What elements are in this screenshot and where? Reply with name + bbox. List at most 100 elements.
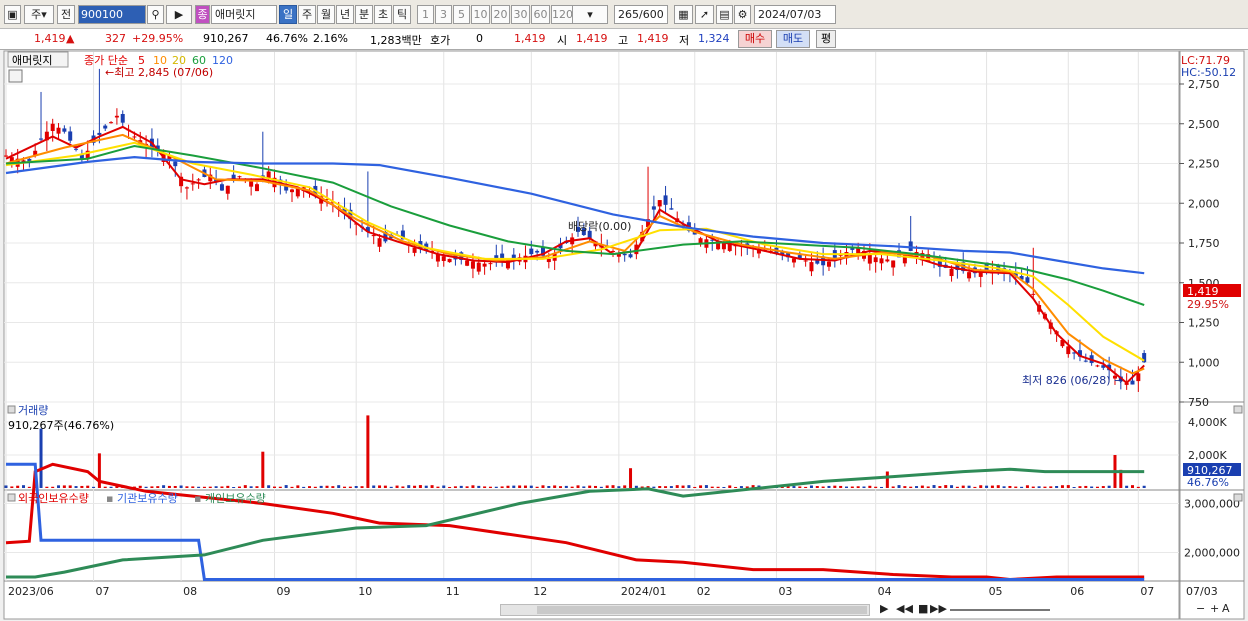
buy-button[interactable]: 매수 — [738, 30, 772, 48]
draw-icon[interactable]: ➚ — [695, 5, 714, 24]
interval-30[interactable]: 30 — [511, 5, 530, 24]
volume-bar — [80, 485, 84, 488]
holding-panel-icon[interactable] — [7, 493, 16, 502]
volume-bar — [629, 468, 633, 488]
interval-1[interactable]: 1 — [417, 5, 434, 24]
interval-dropdown[interactable]: ▾ — [572, 5, 608, 24]
volume-bar — [51, 486, 55, 488]
search-icon[interactable]: ⚲ — [147, 5, 164, 24]
x-tick-label: 2023/06 — [8, 585, 54, 598]
table-icon[interactable] — [8, 69, 23, 83]
layout-icon[interactable]: ▣ — [4, 5, 21, 24]
prev-button[interactable]: 전 — [57, 5, 75, 24]
period-tab-0[interactable]: 일 — [279, 5, 297, 24]
period-select-label: 주 — [31, 8, 42, 21]
y-tick-label: 2,500 — [1188, 118, 1220, 131]
interval-60[interactable]: 60 — [531, 5, 550, 24]
volume-bar — [891, 486, 895, 488]
gear-icon[interactable]: ⚙ — [734, 5, 751, 24]
zoom-in-icon[interactable]: + — [1210, 602, 1219, 615]
avg-button[interactable]: 평 — [816, 30, 836, 48]
interval-120[interactable]: 120 — [551, 5, 573, 24]
volume-bar — [920, 485, 924, 488]
volume-bar — [558, 486, 562, 488]
volume-bar — [494, 486, 498, 488]
chart-canvas[interactable]: 2023/06 07 08 09 10 11 12 2024/01 02 03 04 05 06 07 07… — [0, 50, 1248, 621]
holding-label-inst: 기관보유수량 — [117, 492, 178, 505]
y-tick-label: 2,000 — [1188, 197, 1220, 210]
date-input[interactable]: 2024/07/03 — [754, 5, 836, 24]
interval-5[interactable]: 5 — [453, 5, 470, 24]
period-tab-4[interactable]: 분 — [355, 5, 373, 24]
stock-name[interactable]: 애머릿지 — [211, 5, 277, 24]
volume-bar — [652, 486, 656, 488]
volume-bar — [634, 485, 638, 488]
change-value: 327 — [105, 32, 126, 45]
volume-bar — [442, 485, 446, 488]
code-input[interactable]: 900100 — [78, 5, 146, 24]
period-tab-6[interactable]: 틱 — [393, 5, 411, 24]
y-tick-label: 2,250 — [1188, 158, 1220, 171]
period-select[interactable]: 주▾ — [24, 5, 54, 24]
interval-3[interactable]: 3 — [435, 5, 452, 24]
candle-body — [657, 200, 662, 207]
volume-panel-close-icon[interactable] — [1233, 405, 1243, 414]
font-size-icon[interactable]: A — [1222, 602, 1230, 615]
candle-body — [488, 263, 493, 265]
rewind-icon[interactable]: ◀◀ — [896, 602, 913, 615]
volume-bar — [1020, 486, 1024, 488]
save-icon[interactable]: ▤ — [716, 5, 733, 24]
horizontal-scrollbar[interactable] — [500, 604, 870, 616]
volume-bar — [366, 415, 370, 488]
period-tab-3[interactable]: 년 — [336, 5, 354, 24]
period-tab-1[interactable]: 주 — [298, 5, 316, 24]
speaker-icon[interactable]: ▶ — [166, 5, 192, 24]
candle-body — [628, 254, 633, 258]
volume-bar — [1072, 486, 1076, 488]
volume-bar — [197, 486, 201, 488]
volume-bar — [1142, 485, 1146, 488]
play-icon[interactable]: ▶ — [880, 602, 888, 615]
volume-bar — [354, 486, 358, 488]
x-tick-label: 11 — [446, 585, 460, 598]
interval-20[interactable]: 20 — [491, 5, 510, 24]
forward-icon[interactable]: ▶▶ — [930, 602, 947, 615]
volume-bar — [220, 486, 224, 488]
high-note: ←최고 2,845 (07/06) — [105, 66, 213, 79]
volume-bar — [1078, 486, 1082, 488]
candle-body — [56, 127, 61, 134]
y-tick-label: 1,750 — [1188, 237, 1220, 250]
period-tab-2[interactable]: 월 — [317, 5, 335, 24]
hoga-value: 0 — [476, 32, 483, 45]
price-title: 애머릿지 — [12, 54, 52, 67]
volume-bar — [179, 485, 183, 488]
holding-panel-close-icon[interactable] — [1233, 493, 1243, 502]
high-note-text: 최고 2,845 (07/06) — [114, 66, 213, 79]
volume-bar — [1130, 485, 1134, 488]
candle-icon[interactable]: ▦ — [674, 5, 693, 24]
volume-bar — [523, 485, 527, 488]
stop-icon[interactable]: ■ — [918, 602, 928, 615]
zoom-slider[interactable] — [950, 609, 1050, 611]
volume-bar — [506, 485, 510, 488]
volume-bar — [874, 486, 878, 488]
sell-button[interactable]: 매도 — [776, 30, 810, 48]
volume-bar — [839, 485, 843, 488]
volume-panel-icon[interactable] — [7, 405, 16, 414]
period-tab-5[interactable]: 초 — [374, 5, 392, 24]
x-tick-label: 07/03 — [1186, 585, 1218, 598]
volume-bar — [477, 485, 481, 488]
volume-bar — [862, 486, 866, 488]
volume-bar — [915, 486, 919, 488]
zoom-out-icon[interactable]: − — [1196, 602, 1205, 615]
count-display[interactable]: 265/600 — [614, 5, 668, 24]
candle-body — [967, 272, 972, 279]
volume-bar — [833, 485, 837, 488]
candle-body — [184, 187, 189, 189]
scrollbar-thumb[interactable] — [537, 606, 867, 614]
volume-bar — [582, 486, 586, 488]
volume-bar — [693, 486, 697, 488]
volume-bar — [22, 485, 26, 488]
interval-10[interactable]: 10 — [471, 5, 490, 24]
volume-bar — [214, 486, 218, 488]
